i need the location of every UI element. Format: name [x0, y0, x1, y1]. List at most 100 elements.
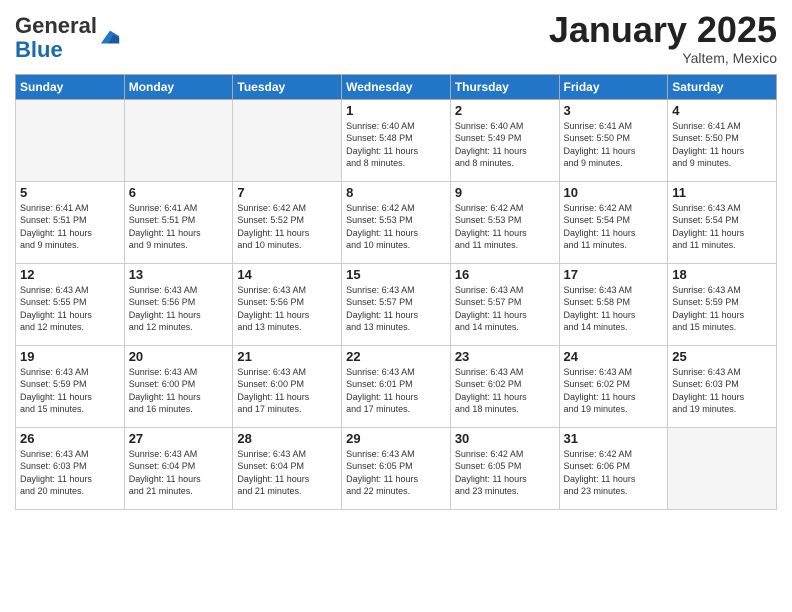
day-info: Sunrise: 6:43 AM Sunset: 6:02 PM Dayligh… [564, 366, 664, 416]
calendar-day-2: 2 Sunrise: 6:40 AM Sunset: 5:49 PM Daylig… [450, 99, 559, 181]
calendar-day-3: 3 Sunrise: 6:41 AM Sunset: 5:50 PM Daylig… [559, 99, 668, 181]
calendar-day-15: 15 Sunrise: 6:43 AM Sunset: 5:57 PM Dayli… [342, 263, 451, 345]
day-info: Sunrise: 6:43 AM Sunset: 5:55 PM Dayligh… [20, 284, 120, 334]
day-info: Sunrise: 6:43 AM Sunset: 6:02 PM Dayligh… [455, 366, 555, 416]
calendar-day-28: 28Sunrise: 6:43 AM Sunset: 6:04 PM Dayli… [233, 427, 342, 509]
day-info: Sunrise: 6:43 AM Sunset: 5:54 PM Dayligh… [672, 202, 772, 252]
day-number: 12 [20, 267, 120, 282]
calendar-day-18: 18 Sunrise: 6:43 AM Sunset: 5:59 PM Dayli… [668, 263, 777, 345]
month-title: January 2025 [549, 10, 777, 50]
calendar-day-14: 14 Sunrise: 6:43 AM Sunset: 5:56 PM Dayli… [233, 263, 342, 345]
day-number: 2 [455, 103, 555, 118]
day-info: Sunrise: 6:43 AM Sunset: 5:57 PM Dayligh… [455, 284, 555, 334]
calendar-day-12: 12 Sunrise: 6:43 AM Sunset: 5:55 PM Dayli… [16, 263, 125, 345]
day-number: 30 [455, 431, 555, 446]
day-number: 28 [237, 431, 337, 446]
calendar-week-row: 26 Sunrise: 6:43 AM Sunset: 6:03 PM Dayli… [16, 427, 777, 509]
day-number: 16 [455, 267, 555, 282]
day-info: Sunrise: 6:43 AM Sunset: 6:03 PM Dayligh… [20, 448, 120, 498]
day-info: Sunrise: 6:42 AM Sunset: 5:53 PM Dayligh… [346, 202, 446, 252]
calendar-day-27: 27 Sunrise: 6:43 AM Sunset: 6:04 PM Dayli… [124, 427, 233, 509]
logo: General Blue [15, 14, 121, 62]
calendar-day-5: 5Sunrise: 6:41 AM Sunset: 5:51 PM Daylig… [16, 181, 125, 263]
calendar-day-13: 13 Sunrise: 6:43 AM Sunset: 5:56 PM Dayli… [124, 263, 233, 345]
calendar-day-10: 10 Sunrise: 6:42 AM Sunset: 5:54 PM Dayli… [559, 181, 668, 263]
logo-icon [99, 27, 121, 49]
calendar-day-21: 21Sunrise: 6:43 AM Sunset: 6:00 PM Dayli… [233, 345, 342, 427]
day-number: 24 [564, 349, 664, 364]
calendar-day-24: 24 Sunrise: 6:43 AM Sunset: 6:02 PM Dayli… [559, 345, 668, 427]
day-info: Sunrise: 6:43 AM Sunset: 5:56 PM Dayligh… [129, 284, 229, 334]
calendar-day-16: 16 Sunrise: 6:43 AM Sunset: 5:57 PM Dayli… [450, 263, 559, 345]
day-number: 13 [129, 267, 229, 282]
header: General Blue January 2025 Yaltem, Mexico [15, 10, 777, 66]
calendar-header-monday: Monday [124, 74, 233, 99]
calendar-day-4: 4Sunrise: 6:41 AM Sunset: 5:50 PM Daylig… [668, 99, 777, 181]
calendar-day-1: 1 Sunrise: 6:40 AM Sunset: 5:48 PM Daylig… [342, 99, 451, 181]
day-info: Sunrise: 6:42 AM Sunset: 5:54 PM Dayligh… [564, 202, 664, 252]
day-number: 18 [672, 267, 772, 282]
calendar-header-friday: Friday [559, 74, 668, 99]
day-number: 14 [237, 267, 337, 282]
day-number: 29 [346, 431, 446, 446]
calendar-day-26: 26 Sunrise: 6:43 AM Sunset: 6:03 PM Dayli… [16, 427, 125, 509]
day-number: 27 [129, 431, 229, 446]
location: Yaltem, Mexico [549, 50, 777, 66]
logo-general-text: General [15, 13, 97, 38]
day-info: Sunrise: 6:43 AM Sunset: 5:56 PM Dayligh… [237, 284, 337, 334]
day-info: Sunrise: 6:43 AM Sunset: 6:05 PM Dayligh… [346, 448, 446, 498]
calendar-empty [233, 99, 342, 181]
calendar-day-31: 31Sunrise: 6:42 AM Sunset: 6:06 PM Dayli… [559, 427, 668, 509]
calendar-week-row: 19 Sunrise: 6:43 AM Sunset: 5:59 PM Dayli… [16, 345, 777, 427]
day-info: Sunrise: 6:43 AM Sunset: 5:57 PM Dayligh… [346, 284, 446, 334]
calendar-week-row: 1 Sunrise: 6:40 AM Sunset: 5:48 PM Daylig… [16, 99, 777, 181]
day-number: 17 [564, 267, 664, 282]
calendar-day-30: 30 Sunrise: 6:42 AM Sunset: 6:05 PM Dayli… [450, 427, 559, 509]
day-number: 1 [346, 103, 446, 118]
day-number: 25 [672, 349, 772, 364]
day-info: Sunrise: 6:43 AM Sunset: 5:59 PM Dayligh… [672, 284, 772, 334]
calendar-day-8: 8 Sunrise: 6:42 AM Sunset: 5:53 PM Daylig… [342, 181, 451, 263]
day-number: 9 [455, 185, 555, 200]
day-number: 22 [346, 349, 446, 364]
calendar: SundayMondayTuesdayWednesdayThursdayFrid… [15, 74, 777, 510]
day-number: 23 [455, 349, 555, 364]
calendar-week-row: 12 Sunrise: 6:43 AM Sunset: 5:55 PM Dayli… [16, 263, 777, 345]
calendar-day-7: 7 Sunrise: 6:42 AM Sunset: 5:52 PM Daylig… [233, 181, 342, 263]
day-info: Sunrise: 6:41 AM Sunset: 5:51 PM Dayligh… [129, 202, 229, 252]
day-info: Sunrise: 6:43 AM Sunset: 6:01 PM Dayligh… [346, 366, 446, 416]
calendar-header-tuesday: Tuesday [233, 74, 342, 99]
calendar-empty [16, 99, 125, 181]
calendar-week-row: 5Sunrise: 6:41 AM Sunset: 5:51 PM Daylig… [16, 181, 777, 263]
day-number: 7 [237, 185, 337, 200]
calendar-day-11: 11Sunrise: 6:43 AM Sunset: 5:54 PM Dayli… [668, 181, 777, 263]
day-info: Sunrise: 6:41 AM Sunset: 5:51 PM Dayligh… [20, 202, 120, 252]
day-info: Sunrise: 6:41 AM Sunset: 5:50 PM Dayligh… [564, 120, 664, 170]
day-number: 15 [346, 267, 446, 282]
day-number: 20 [129, 349, 229, 364]
day-number: 4 [672, 103, 772, 118]
calendar-day-29: 29 Sunrise: 6:43 AM Sunset: 6:05 PM Dayli… [342, 427, 451, 509]
day-info: Sunrise: 6:42 AM Sunset: 5:52 PM Dayligh… [237, 202, 337, 252]
calendar-header-row: SundayMondayTuesdayWednesdayThursdayFrid… [16, 74, 777, 99]
calendar-header-wednesday: Wednesday [342, 74, 451, 99]
day-number: 6 [129, 185, 229, 200]
day-info: Sunrise: 6:43 AM Sunset: 5:59 PM Dayligh… [20, 366, 120, 416]
calendar-day-20: 20 Sunrise: 6:43 AM Sunset: 6:00 PM Dayli… [124, 345, 233, 427]
day-number: 8 [346, 185, 446, 200]
day-info: Sunrise: 6:40 AM Sunset: 5:49 PM Dayligh… [455, 120, 555, 170]
day-info: Sunrise: 6:42 AM Sunset: 6:05 PM Dayligh… [455, 448, 555, 498]
day-number: 10 [564, 185, 664, 200]
day-info: Sunrise: 6:40 AM Sunset: 5:48 PM Dayligh… [346, 120, 446, 170]
day-number: 19 [20, 349, 120, 364]
day-info: Sunrise: 6:43 AM Sunset: 6:04 PM Dayligh… [129, 448, 229, 498]
calendar-day-22: 22 Sunrise: 6:43 AM Sunset: 6:01 PM Dayli… [342, 345, 451, 427]
calendar-day-17: 17 Sunrise: 6:43 AM Sunset: 5:58 PM Dayli… [559, 263, 668, 345]
day-number: 3 [564, 103, 664, 118]
day-info: Sunrise: 6:42 AM Sunset: 5:53 PM Dayligh… [455, 202, 555, 252]
day-info: Sunrise: 6:43 AM Sunset: 5:58 PM Dayligh… [564, 284, 664, 334]
calendar-empty [124, 99, 233, 181]
day-number: 26 [20, 431, 120, 446]
day-info: Sunrise: 6:43 AM Sunset: 6:00 PM Dayligh… [129, 366, 229, 416]
day-info: Sunrise: 6:43 AM Sunset: 6:00 PM Dayligh… [237, 366, 337, 416]
